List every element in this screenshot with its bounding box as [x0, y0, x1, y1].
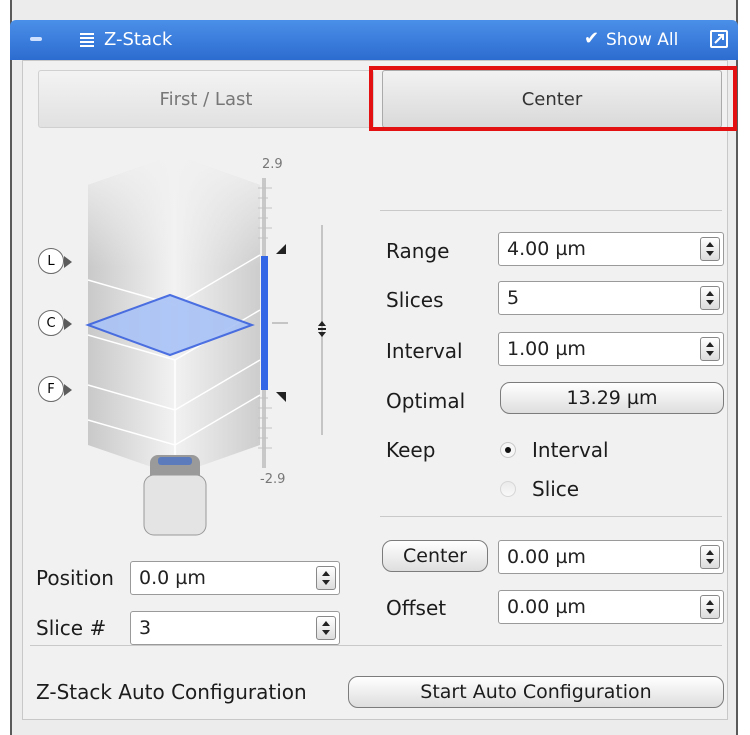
keep-slice-radio[interactable] — [500, 481, 516, 497]
position-spinner[interactable] — [316, 566, 336, 590]
position-label: Position — [36, 566, 114, 590]
z-scale — [258, 178, 288, 468]
range-spinner[interactable] — [700, 237, 720, 261]
slices-field[interactable]: 5 — [498, 281, 724, 315]
interval-field[interactable]: 1.00 µm — [498, 332, 724, 366]
slice-number-spinner[interactable] — [316, 616, 336, 640]
offset-field[interactable]: 0.00 µm — [498, 590, 724, 624]
panel-title: Z-Stack — [104, 29, 173, 50]
show-all-toggle[interactable]: Show All — [606, 30, 678, 50]
offset-spinner[interactable] — [700, 595, 720, 619]
scale-top-label: 2.9 — [262, 157, 283, 172]
checkmark-icon: ✔ — [584, 28, 600, 49]
tab-center[interactable]: Center — [382, 70, 722, 128]
interval-label: Interval — [386, 339, 463, 363]
keep-interval-radio[interactable] — [500, 442, 516, 458]
slices-label: Slices — [386, 288, 444, 312]
keep-label: Keep — [386, 438, 436, 462]
list-icon — [80, 32, 94, 48]
optimal-button[interactable]: 13.29 µm — [500, 382, 724, 414]
center-field[interactable]: 0.00 µm — [498, 540, 724, 574]
optimal-label: Optimal — [386, 389, 466, 413]
scale-bottom-label: -2.9 — [260, 472, 286, 487]
center-spinner[interactable] — [700, 545, 720, 569]
offset-label: Offset — [386, 596, 447, 620]
panel-titlebar: Z-Stack ✔ Show All — [10, 20, 738, 60]
slices-spinner[interactable] — [700, 286, 720, 310]
separator-top — [380, 210, 722, 211]
marker-first[interactable]: F — [38, 376, 72, 402]
center-button[interactable]: Center — [382, 540, 488, 572]
marker-center[interactable]: C — [38, 310, 72, 336]
slice-number-label: Slice # — [36, 616, 107, 640]
position-field[interactable]: 0.0 µm — [130, 561, 340, 595]
auto-config-label: Z-Stack Auto Configuration — [36, 680, 307, 704]
popout-icon[interactable] — [710, 30, 728, 48]
slice-number-field[interactable]: 3 — [130, 611, 340, 645]
tab-first-last[interactable]: First / Last — [38, 70, 374, 128]
range-label: Range — [386, 239, 450, 263]
interval-spinner[interactable] — [700, 337, 720, 361]
separator-middle — [380, 516, 722, 517]
z-slider[interactable] — [312, 225, 332, 435]
marker-last[interactable]: L — [38, 248, 72, 274]
collapse-icon[interactable] — [30, 37, 42, 41]
keep-interval-label[interactable]: Interval — [532, 438, 609, 462]
range-field[interactable]: 4.00 µm — [498, 232, 724, 266]
separator-bottom — [30, 645, 722, 646]
start-auto-configuration-button[interactable]: Start Auto Configuration — [348, 676, 724, 708]
keep-slice-label[interactable]: Slice — [532, 477, 579, 501]
